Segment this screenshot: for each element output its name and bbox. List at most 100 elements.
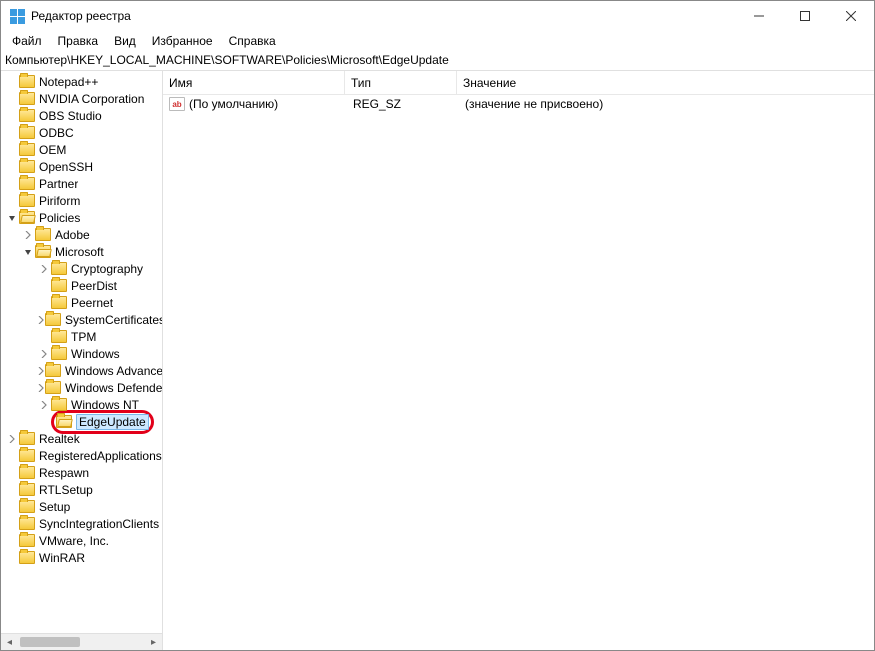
folder-icon — [19, 551, 35, 564]
tree-item-label: ODBC — [39, 126, 74, 140]
tree-item-label: Partner — [39, 177, 78, 191]
folder-icon — [19, 143, 35, 156]
tree-item[interactable]: Windows — [1, 345, 162, 362]
tree-item-label: OpenSSH — [39, 160, 93, 174]
tree-item[interactable]: Windows Defender — [1, 379, 162, 396]
folder-icon — [19, 449, 35, 462]
menu-view[interactable]: Вид — [107, 32, 143, 50]
tree-item-label: OEM — [39, 143, 66, 157]
folder-icon — [35, 245, 51, 258]
chevron-right-icon[interactable] — [37, 314, 45, 326]
tree-item[interactable]: RTLSetup — [1, 481, 162, 498]
tree-item[interactable]: NVIDIA Corporation — [1, 90, 162, 107]
tree-item-label: Setup — [39, 500, 70, 514]
tree-item-label: VMware, Inc. — [39, 534, 109, 548]
tree-item-label: Windows Advanced Threat Protection — [65, 364, 162, 378]
tree-item[interactable]: VMware, Inc. — [1, 532, 162, 549]
menubar: Файл Правка Вид Избранное Справка — [1, 31, 874, 51]
column-headers: Имя Тип Значение — [163, 71, 874, 95]
tree[interactable]: Notepad++ NVIDIA Corporation OBS Studio ODB… — [1, 71, 162, 633]
scroll-left-button[interactable]: ◂ — [1, 634, 18, 651]
folder-icon — [51, 398, 67, 411]
tree-item[interactable]: Piriform — [1, 192, 162, 209]
tree-item[interactable]: PeerDist — [1, 277, 162, 294]
tree-item[interactable]: TPM — [1, 328, 162, 345]
tree-item[interactable]: Windows Advanced Threat Protection — [1, 362, 162, 379]
chevron-right-icon[interactable] — [37, 399, 51, 411]
chevron-down-icon[interactable] — [5, 212, 19, 224]
chevron-right-icon[interactable] — [21, 229, 35, 241]
tree-item[interactable]: OpenSSH — [1, 158, 162, 175]
folder-icon — [56, 415, 72, 428]
tree-item[interactable]: OBS Studio — [1, 107, 162, 124]
tree-item[interactable]: EdgeUpdate — [1, 413, 162, 430]
folder-icon — [19, 500, 35, 513]
folder-icon — [45, 381, 61, 394]
tree-item-label: WinRAR — [39, 551, 85, 565]
tree-item[interactable]: Peernet — [1, 294, 162, 311]
scroll-thumb[interactable] — [20, 637, 80, 647]
menu-favorites[interactable]: Избранное — [145, 32, 220, 50]
horizontal-scrollbar[interactable]: ◂ ▸ — [1, 633, 162, 650]
folder-icon — [51, 330, 67, 343]
values-panel: Имя Тип Значение ab(По умолчанию)REG_SZ(… — [163, 71, 874, 650]
tree-item[interactable]: Cryptography — [1, 260, 162, 277]
tree-item-label: Piriform — [39, 194, 80, 208]
tree-item[interactable]: Policies — [1, 209, 162, 226]
close-button[interactable] — [828, 1, 874, 31]
minimize-button[interactable] — [736, 1, 782, 31]
tree-item-label: SyncIntegrationClients — [39, 517, 159, 531]
tree-item-label: Peernet — [71, 296, 113, 310]
folder-icon — [19, 194, 35, 207]
tree-item-label: Cryptography — [71, 262, 143, 276]
chevron-right-icon[interactable] — [5, 433, 19, 445]
tree-item[interactable]: SystemCertificates — [1, 311, 162, 328]
tree-item[interactable]: Setup — [1, 498, 162, 515]
folder-icon — [19, 177, 35, 190]
tree-item[interactable]: Partner — [1, 175, 162, 192]
tree-item-label: RegisteredApplications — [39, 449, 162, 463]
maximize-button[interactable] — [782, 1, 828, 31]
tree-panel: Notepad++ NVIDIA Corporation OBS Studio ODB… — [1, 71, 163, 650]
folder-icon — [51, 296, 67, 309]
tree-item[interactable]: Notepad++ — [1, 73, 162, 90]
folder-icon — [35, 228, 51, 241]
tree-item-label: PeerDist — [71, 279, 117, 293]
window-title: Редактор реестра — [31, 9, 736, 23]
address-bar[interactable]: Компьютер\HKEY_LOCAL_MACHINE\SOFTWARE\Po… — [1, 51, 874, 71]
value-data: (значение не присвоено) — [459, 97, 874, 111]
chevron-right-icon[interactable] — [37, 365, 45, 377]
menu-edit[interactable]: Правка — [51, 32, 106, 50]
tree-item-label: OBS Studio — [39, 109, 102, 123]
tree-item[interactable]: SyncIntegrationClients — [1, 515, 162, 532]
folder-icon — [45, 364, 61, 377]
tree-item[interactable]: ODBC — [1, 124, 162, 141]
value-name: (По умолчанию) — [189, 97, 347, 111]
menu-help[interactable]: Справка — [222, 32, 283, 50]
tree-item[interactable]: Respawn — [1, 464, 162, 481]
chevron-right-icon[interactable] — [37, 348, 51, 360]
titlebar[interactable]: Редактор реестра — [1, 1, 874, 31]
menu-file[interactable]: Файл — [5, 32, 49, 50]
chevron-right-icon[interactable] — [37, 382, 45, 394]
folder-icon — [19, 534, 35, 547]
tree-item-label: NVIDIA Corporation — [39, 92, 144, 106]
value-row[interactable]: ab(По умолчанию)REG_SZ(значение не присв… — [163, 95, 874, 113]
chevron-right-icon[interactable] — [37, 263, 51, 275]
tree-item[interactable]: OEM — [1, 141, 162, 158]
tree-item-label: Windows — [71, 347, 120, 361]
tree-item[interactable]: WinRAR — [1, 549, 162, 566]
tree-item[interactable]: Microsoft — [1, 243, 162, 260]
column-name[interactable]: Имя — [163, 71, 345, 94]
tree-item-label: RTLSetup — [39, 483, 93, 497]
folder-icon — [51, 347, 67, 360]
chevron-down-icon[interactable] — [21, 246, 35, 258]
folder-icon — [19, 483, 35, 496]
tree-item[interactable]: RegisteredApplications — [1, 447, 162, 464]
tree-item-label: Policies — [39, 211, 80, 225]
column-type[interactable]: Тип — [345, 71, 457, 94]
column-value[interactable]: Значение — [457, 71, 874, 94]
values-list[interactable]: ab(По умолчанию)REG_SZ(значение не присв… — [163, 95, 874, 113]
tree-item[interactable]: Adobe — [1, 226, 162, 243]
scroll-right-button[interactable]: ▸ — [145, 634, 162, 651]
